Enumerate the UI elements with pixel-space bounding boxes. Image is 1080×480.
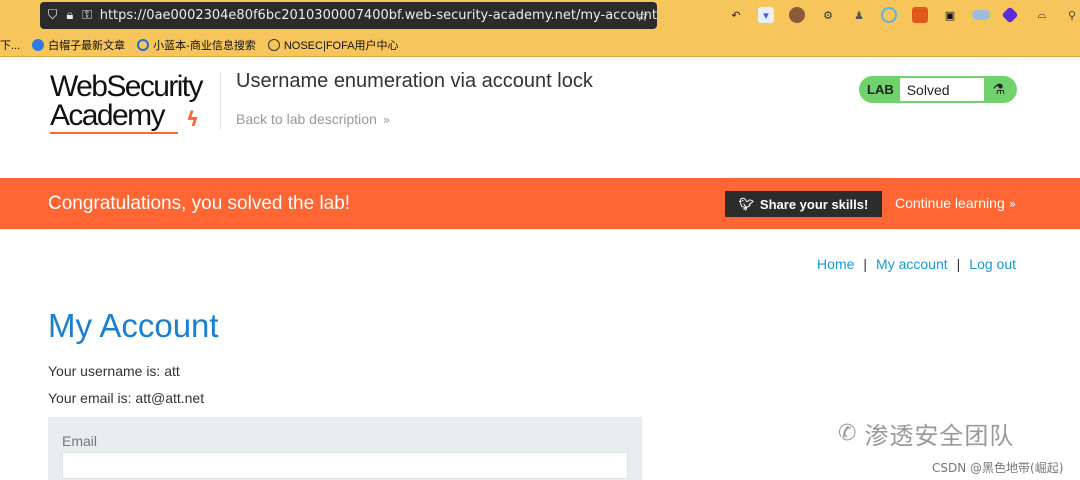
lab-status-text: Solved bbox=[899, 78, 984, 101]
continue-learning-label[interactable]: Continue learning bbox=[895, 195, 1005, 211]
bookmark-label[interactable]: NOSEC|FOFA用户中心 bbox=[284, 37, 399, 53]
bookmark-label[interactable]: 小蓝本-商业信息搜索 bbox=[153, 37, 256, 53]
bookmark-label[interactable]: 下... bbox=[0, 37, 20, 53]
extension-pin-icon[interactable]: ⚲ bbox=[1064, 7, 1080, 23]
continue-learning-link[interactable]: Continue learning» bbox=[895, 195, 1016, 211]
extension-puzzle-icon[interactable]: ♟ bbox=[851, 7, 867, 23]
csdn-credit: CSDN @黑色地带(崛起) bbox=[932, 461, 1064, 475]
email-field-label: Email bbox=[62, 433, 98, 449]
double-chevron-right-icon: » bbox=[1008, 197, 1017, 211]
bookmark-item[interactable]: 下... bbox=[0, 37, 20, 53]
double-chevron-right-icon: » bbox=[382, 113, 391, 127]
nav-log-out-link[interactable]: Log out bbox=[969, 256, 1016, 272]
bookmark-item[interactable]: NOSEC|FOFA用户中心 bbox=[267, 37, 399, 53]
share-skills-button[interactable]: 🐦︎ Share your skills! bbox=[725, 191, 882, 217]
lab-badge-label: LAB bbox=[867, 82, 894, 97]
lightning-icon: ϟ bbox=[186, 107, 200, 131]
back-arrow-icon[interactable]: ↶ bbox=[728, 7, 744, 23]
extension-cube-icon[interactable] bbox=[1001, 6, 1019, 24]
nav-home-link[interactable]: Home bbox=[817, 256, 854, 272]
extension-gear-icon[interactable]: ⚙ bbox=[820, 7, 836, 23]
wechat-watermark: ✆ 渗透安全团队 bbox=[838, 416, 1014, 451]
star-icon[interactable]: ☆ bbox=[636, 7, 649, 25]
lab-title: Username enumeration via account lock bbox=[236, 70, 593, 92]
extension-shield-icon[interactable]: ▾ bbox=[758, 7, 774, 23]
extension-cookie-icon[interactable] bbox=[789, 7, 805, 23]
lab-status-badge: LAB Solved ⚗ bbox=[859, 76, 1017, 103]
congratulations-message: Congratulations, you solved the lab! bbox=[48, 193, 351, 214]
bookmark-icon bbox=[137, 38, 150, 51]
solved-banner: Congratulations, you solved the lab! 🐦︎ … bbox=[0, 178, 1080, 229]
extension-burp-icon[interactable] bbox=[912, 7, 928, 23]
back-link-label[interactable]: Back to lab description bbox=[236, 111, 377, 127]
extension-mask-icon[interactable]: ▣ bbox=[942, 7, 958, 23]
academy-logo[interactable]: WebSecurity Academy ϟ bbox=[50, 70, 220, 134]
logo-line-1: WebSecurity bbox=[50, 70, 204, 103]
browser-toolbar: ⛉ 🔒︎ ⚿ https://0ae0002304e80f6bc20103000… bbox=[0, 0, 1080, 33]
extension-circle-icon[interactable] bbox=[881, 7, 897, 23]
account-nav: Home | My account | Log out bbox=[817, 256, 1016, 272]
nav-separator: | bbox=[863, 256, 868, 272]
bookmark-label[interactable]: 白帽子最新文章 bbox=[48, 37, 125, 53]
globe-icon bbox=[267, 38, 280, 51]
email-text: Your email is: att@att.net bbox=[48, 390, 205, 406]
watermark-text: 渗透安全团队 bbox=[864, 422, 1015, 450]
wechat-icon: ✆ bbox=[838, 421, 857, 446]
header-divider bbox=[220, 72, 221, 130]
email-input[interactable] bbox=[62, 452, 628, 479]
flask-icon: ⚗ bbox=[992, 81, 1005, 98]
twitter-icon: 🐦︎ bbox=[738, 197, 754, 211]
bookmarks-bar: 下... 白帽子最新文章 小蓝本-商业信息搜索 NOSEC|FOFA用户中心 bbox=[0, 33, 1080, 57]
logo-underline bbox=[50, 132, 178, 134]
bookmark-item[interactable]: 小蓝本-商业信息搜索 bbox=[137, 37, 256, 53]
update-email-form: Email bbox=[48, 417, 642, 480]
bookmark-icon bbox=[32, 38, 45, 51]
extension-toggle-icon[interactable] bbox=[972, 10, 990, 20]
share-skills-label: Share your skills! bbox=[759, 196, 869, 212]
username-text: Your username is: att bbox=[48, 363, 180, 379]
lock-icon[interactable]: 🔒︎ bbox=[61, 8, 78, 23]
url-text[interactable]: https://0ae0002304e80f6bc2010300007400bf… bbox=[100, 8, 657, 23]
address-bar[interactable]: ⛉ 🔒︎ ⚿ https://0ae0002304e80f6bc20103000… bbox=[40, 2, 657, 29]
page-title: My Account bbox=[48, 307, 219, 344]
key-icon[interactable]: ⚿ bbox=[78, 8, 95, 23]
nav-my-account-link[interactable]: My account bbox=[876, 256, 948, 272]
extension-hat-icon[interactable]: ⌓ bbox=[1034, 7, 1050, 23]
shield-icon[interactable]: ⛉ bbox=[44, 8, 61, 23]
back-to-description-link[interactable]: Back to lab description » bbox=[236, 111, 390, 127]
bookmark-item[interactable]: 白帽子最新文章 bbox=[32, 37, 125, 53]
nav-separator: | bbox=[956, 256, 961, 272]
